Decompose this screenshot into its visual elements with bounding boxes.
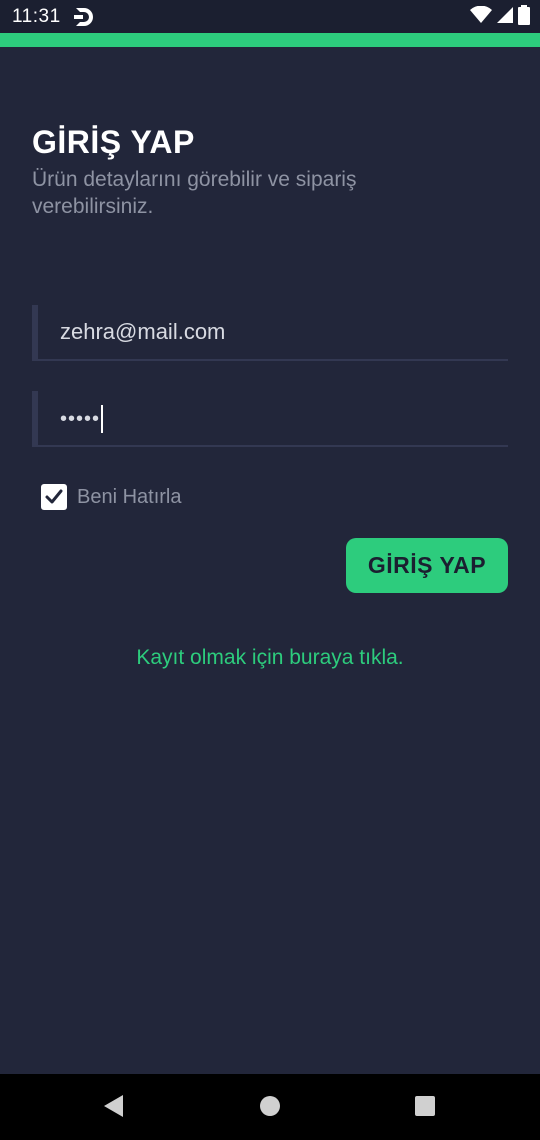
status-icons [470, 4, 530, 30]
page-title: GİRİŞ YAP [32, 124, 195, 160]
navigation-bar [0, 1074, 540, 1140]
battery-icon [518, 4, 530, 30]
remember-label: Beni Hatırla [77, 485, 182, 508]
text-caret [101, 405, 104, 434]
back-icon[interactable] [102, 1094, 124, 1123]
register-link[interactable]: Kayıt olmak için buraya tıkla. [0, 646, 540, 670]
status-time: 11:31 [12, 6, 61, 27]
wifi-icon [470, 5, 492, 29]
page-subtitle: Ürün detaylarını görebilir ve sipariş ve… [32, 168, 357, 218]
home-icon[interactable] [259, 1094, 281, 1123]
app-logo-icon [72, 5, 96, 29]
password-field[interactable]: ••••• [32, 391, 508, 447]
email-field[interactable]: zehra@mail.com [32, 305, 508, 361]
accent-line [0, 33, 540, 47]
status-bar: 11:31 [0, 0, 540, 33]
recents-icon[interactable] [414, 1094, 436, 1123]
password-dots: ••••• [60, 408, 101, 430]
remember-checkbox[interactable] [41, 484, 67, 510]
login-button[interactable]: GİRİŞ YAP [346, 538, 508, 593]
password-value: ••••• [60, 405, 104, 434]
signal-icon [496, 6, 514, 29]
checkmark-icon [45, 489, 63, 504]
remember-me[interactable]: Beni Hatırla [41, 484, 182, 510]
email-value: zehra@mail.com [60, 319, 226, 344]
